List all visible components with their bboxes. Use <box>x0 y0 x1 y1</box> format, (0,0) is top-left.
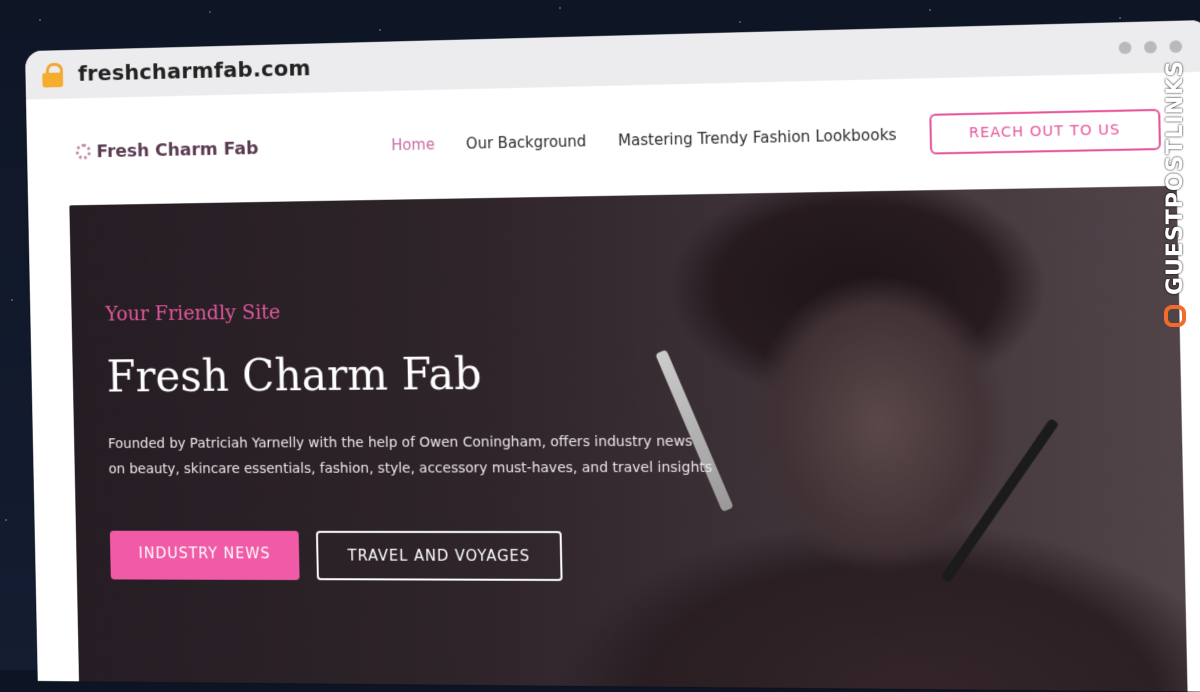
window-frame: freshcharmfab.com Fresh Charm Fab Home O… <box>25 19 1200 692</box>
nav-item-fashion-lookbooks[interactable]: Mastering Trendy Fashion Lookbooks <box>618 126 897 150</box>
lock-icon <box>42 62 64 88</box>
window-dot-icon[interactable] <box>1169 40 1183 53</box>
nav-item-home[interactable]: Home <box>391 135 435 154</box>
hero-title: Fresh Charm Fab <box>106 349 483 403</box>
window-dot-icon[interactable] <box>1143 40 1157 54</box>
hero-description: Founded by Patriciah Yarnelly with the h… <box>107 433 713 478</box>
hero-tagline: Your Friendly Site <box>105 299 281 326</box>
watermark-text: GUESTPOSTLINKS <box>1162 60 1188 295</box>
hero-buttons: INDUSTRY NEWS TRAVEL AND VOYAGES <box>109 530 736 582</box>
url-text[interactable]: freshcharmfab.com <box>78 56 311 86</box>
browser-window: freshcharmfab.com Fresh Charm Fab Home O… <box>19 0 1200 692</box>
nav-item-our-background[interactable]: Our Background <box>466 132 587 152</box>
hero-banner: Your Friendly Site Fresh Charm Fab Found… <box>69 185 1188 692</box>
hero-content: Your Friendly Site Fresh Charm Fab Found… <box>105 294 736 581</box>
site-logo[interactable]: Fresh Charm Fab <box>75 137 259 162</box>
industry-news-button[interactable]: INDUSTRY NEWS <box>109 530 300 581</box>
reach-out-button[interactable]: REACH OUT TO US <box>929 108 1162 155</box>
window-controls <box>1118 40 1183 55</box>
logo-text: Fresh Charm Fab <box>96 137 259 162</box>
main-menu: Home Our Background Mastering Trendy Fas… <box>391 126 897 154</box>
flower-logo-icon <box>75 143 92 160</box>
makeup-brush-image <box>940 417 1060 583</box>
window-dot-icon[interactable] <box>1118 41 1132 55</box>
guestpostlinks-watermark: GUESTPOSTLINKS <box>1158 60 1192 360</box>
link-icon <box>1164 305 1186 327</box>
travel-voyages-button[interactable]: TRAVEL AND VOYAGES <box>316 530 563 581</box>
web-page: Fresh Charm Fab Home Our Background Mast… <box>25 71 1200 692</box>
